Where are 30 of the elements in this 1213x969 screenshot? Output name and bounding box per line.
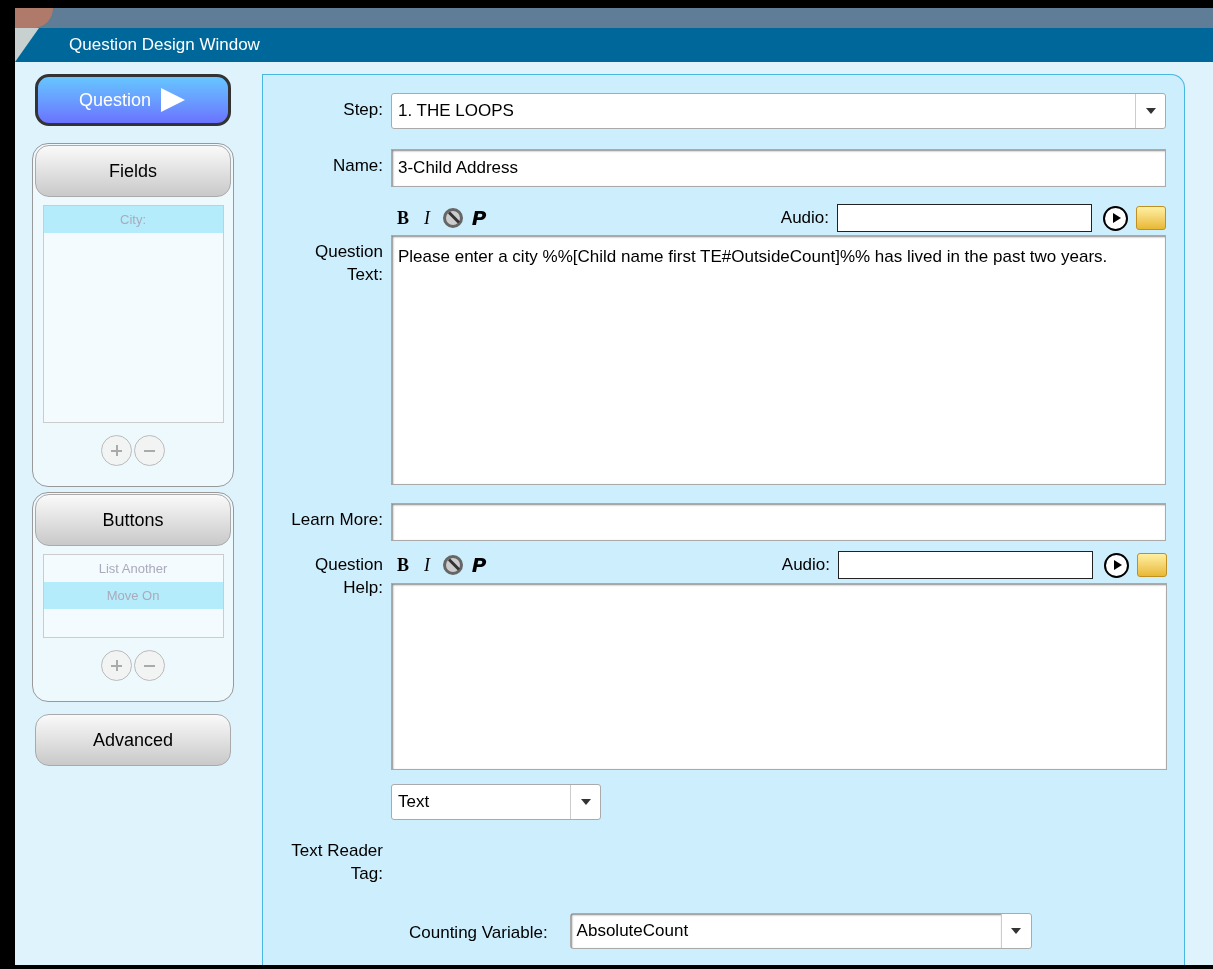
section-tab[interactable]: Advanced: [35, 714, 231, 766]
field-label: Question Text:: [313, 241, 383, 286]
learn-more-field[interactable]: [391, 503, 1166, 541]
format-tool-button[interactable]: B: [391, 554, 415, 576]
section-tab[interactable]: Buttons: [35, 494, 231, 546]
field-label: Audio:: [781, 554, 830, 577]
dropdown-field[interactable]: 1. THE LOOPS: [391, 93, 1166, 129]
format-tool-button[interactable]: I: [415, 207, 439, 229]
name-field[interactable]: 3-Child Address: [391, 149, 1166, 187]
field-label: Audio:: [780, 207, 829, 230]
play-icon[interactable]: [1103, 205, 1128, 231]
audio-field[interactable]: [838, 551, 1093, 579]
field-label: Counting Variable:: [409, 922, 548, 945]
dropdown-field[interactable]: Text: [391, 784, 601, 820]
audio-field[interactable]: [837, 204, 1092, 232]
field-label: Step:: [343, 100, 383, 119]
field-label: Name:: [332, 156, 383, 175]
field-label: Learn More:: [291, 510, 383, 529]
format-tool-button[interactable]: P: [467, 207, 491, 229]
window-title: Question Design Window: [69, 34, 260, 57]
format-tool-button[interactable]: B: [391, 207, 415, 229]
field-label: Text Reader Tag:: [291, 841, 383, 883]
play-icon[interactable]: [1104, 552, 1129, 578]
dropdown-field[interactable]: AbsoluteCount: [569, 913, 1032, 949]
format-tool-button[interactable]: P: [467, 554, 491, 576]
section-tab[interactable]: Fields: [35, 145, 231, 197]
question-text-area[interactable]: Please enter a city %%[Child name first TE#OutsideCount]%% has lived in the past two years.: [391, 235, 1166, 485]
field-label: Question Help:: [313, 554, 383, 599]
format-tool-button[interactable]: I: [415, 554, 439, 576]
play-arrow-icon: [159, 86, 187, 114]
